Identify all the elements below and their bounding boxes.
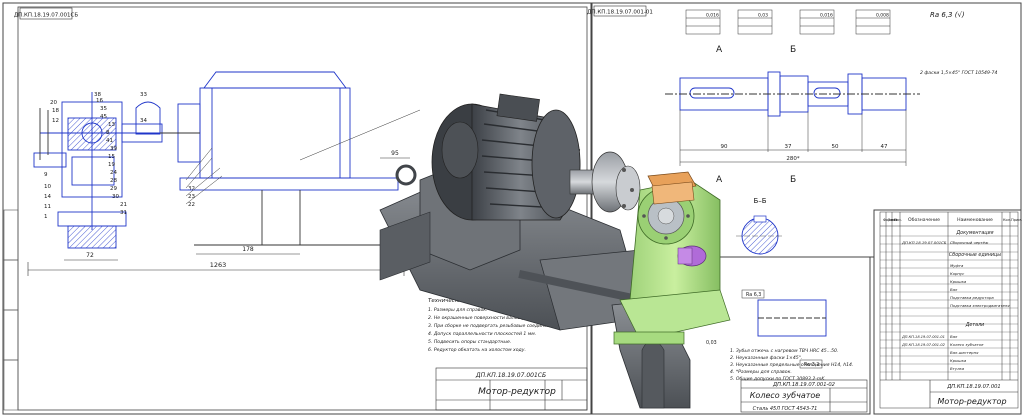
callout-number: 21 — [120, 202, 127, 208]
svg-text:Ra 6,3: Ra 6,3 — [746, 292, 761, 298]
callout-number: 30 — [112, 194, 119, 200]
svg-text:178: 178 — [242, 246, 254, 253]
svg-text:ДП.КП.18.19.07.001-01: ДП.КП.18.19.07.001-01 — [587, 10, 653, 16]
cad-sheets: ДП.КП.18.19.07.001СБ 72 3816354513841391… — [2, 2, 1022, 415]
svg-text:ДП.КП.18.19.07.001СБ: ДП.КП.18.19.07.001СБ — [901, 240, 947, 245]
svg-text:Б: Б — [790, 45, 796, 55]
svg-text:Прим.: Прим. — [1011, 218, 1022, 222]
callout-number: 32 — [188, 186, 195, 192]
callout-number: 45 — [100, 114, 107, 120]
svg-text:Детали: Детали — [965, 322, 985, 328]
svg-text:Обозначение: Обозначение — [908, 217, 940, 223]
callout-number: 24 — [110, 170, 117, 176]
svg-text:50: 50 — [832, 144, 839, 150]
sheet1-title-code: ДП.КП.18.19.07.001СБ — [475, 372, 546, 379]
callout-number: 39 — [110, 146, 117, 152]
callout-number: 9 — [44, 172, 48, 178]
electric-motor — [431, 93, 581, 221]
callout-number: 10 — [44, 184, 51, 190]
svg-text:95: 95 — [391, 150, 399, 157]
svg-text:Муфта: Муфта — [950, 263, 964, 268]
callout-number: 16 — [96, 98, 103, 104]
svg-text:Крышка: Крышка — [950, 358, 967, 363]
svg-text:0,03: 0,03 — [758, 13, 768, 19]
callout-number: 19 — [108, 162, 115, 168]
callout-number: 12 — [52, 118, 59, 124]
callout-number: 33 — [140, 92, 147, 98]
sheet-specification: Формат Зона Поз. Обозначение Наименовани… — [873, 209, 1022, 415]
callout-number: 41 — [106, 138, 113, 144]
svg-text:1. Размеры для справок.: 1. Размеры для справок. — [428, 307, 488, 313]
callout-number: 35 — [100, 106, 107, 112]
svg-text:2. Неуказанные фаски 1×45°.: 2. Неуказанные фаски 1×45°. — [730, 355, 802, 361]
callout-number: 14 — [44, 194, 51, 200]
drawing-canvas: ДП.КП.18.19.07.001СБ 72 38 16 35 45 13 8… — [0, 0, 1024, 417]
svg-text:3. При сборке не подвергать ре: 3. При сборке не подвергать резьбовые со… — [428, 323, 556, 329]
callout-number: 22 — [188, 202, 195, 208]
callout-number: 31 — [120, 210, 127, 216]
svg-text:Б: Б — [790, 175, 796, 185]
svg-text:0,016: 0,016 — [706, 13, 719, 19]
svg-text:1. Зубья отжечь с нагревом ТВЧ: 1. Зубья отжечь с нагревом ТВЧ HRC 45...… — [730, 348, 838, 354]
svg-text:Сталь 45Л ГОСТ 4543-71: Сталь 45Л ГОСТ 4543-71 — [753, 406, 818, 412]
svg-text:Поз.: Поз. — [894, 218, 902, 222]
svg-text:Сборочные единицы: Сборочные единицы — [949, 252, 1001, 258]
svg-text:А: А — [716, 175, 723, 185]
svg-text:72: 72 — [86, 252, 94, 259]
callout-number: 15 — [108, 154, 115, 160]
callout-number: 23 — [188, 194, 195, 200]
callout-number: 34 — [140, 118, 147, 124]
svg-text:4. *Размеры для справок.: 4. *Размеры для справок. — [730, 369, 792, 375]
svg-text:280*: 280* — [786, 156, 799, 162]
svg-text:Сборочный чертёж: Сборочный чертёж — [950, 240, 989, 245]
svg-text:Колесо зубчатое: Колесо зубчатое — [950, 342, 984, 347]
svg-text:ДП.КП.18.19.07.001-02: ДП.КП.18.19.07.001-02 — [772, 382, 835, 388]
svg-text:3. Неуказанные предельные откл: 3. Неуказанные предельные отклонения H14… — [730, 362, 853, 368]
sheet1-code-tag: ДП.КП.18.19.07.001СБ — [14, 13, 79, 19]
svg-text:Вал: Вал — [950, 287, 958, 292]
svg-text:0,016: 0,016 — [820, 13, 833, 19]
svg-text:Втулка: Втулка — [950, 366, 965, 371]
callout-number: 8 — [106, 130, 110, 136]
svg-text:ДП.КП.18.19.07.001: ДП.КП.18.19.07.001 — [946, 384, 1001, 390]
svg-text:5. Подвесить опоры стандартные: 5. Подвесить опоры стандартные. — [428, 339, 511, 345]
svg-text:47: 47 — [881, 144, 888, 150]
svg-text:ДП.КП.18.19.07.001-02: ДП.КП.18.19.07.001-02 — [901, 343, 946, 347]
callout-number: 20 — [50, 100, 57, 106]
svg-text:0,03: 0,03 — [706, 340, 717, 346]
svg-text:Вал: Вал — [950, 334, 958, 339]
svg-text:Крышка: Крышка — [950, 279, 967, 284]
svg-text:Наименование: Наименование — [957, 217, 993, 223]
shaft-note: 2 фаски 1,5×45° ГОСТ 10549-74 — [920, 70, 997, 76]
callout-number: 11 — [44, 204, 51, 210]
sheet1-title-name: Мотор-редуктор — [478, 387, 556, 397]
svg-text:1263: 1263 — [210, 261, 227, 269]
svg-text:90: 90 — [721, 144, 728, 150]
callout-number: 28 — [110, 178, 117, 184]
svg-text:6. Редуктор обкатать на холост: 6. Редуктор обкатать на холостом ходу. — [428, 347, 526, 353]
callout-number: 13 — [108, 122, 115, 128]
svg-text:Мотор-редуктор: Мотор-редуктор — [937, 397, 1006, 406]
svg-text:Подставка редуктора: Подставка редуктора — [950, 295, 994, 300]
svg-text:ДП.КП.18.19.07.001-01: ДП.КП.18.19.07.001-01 — [901, 335, 945, 339]
svg-text:А: А — [716, 45, 723, 55]
svg-text:Кол.: Кол. — [1003, 218, 1011, 222]
svg-text:4. Допуск параллельности плоск: 4. Допуск параллельности плоскостей 1 мм… — [428, 331, 536, 337]
svg-text:Б–Б: Б–Б — [753, 197, 766, 205]
svg-text:Документация: Документация — [955, 230, 993, 236]
callout-number: 18 — [52, 108, 59, 114]
svg-text:Колесо зубчатое: Колесо зубчатое — [750, 391, 821, 400]
svg-text:0,008: 0,008 — [876, 13, 889, 19]
callout-number: 29 — [110, 186, 117, 192]
callout-number: 1 — [44, 214, 48, 220]
roughness-mark: Ra 6,3 (√) — [930, 11, 965, 19]
svg-text:Подставка электродвигателя: Подставка электродвигателя — [950, 303, 1010, 308]
svg-text:Корпус: Корпус — [950, 271, 965, 276]
svg-text:Вал-шестерня: Вал-шестерня — [950, 350, 979, 355]
svg-text:37: 37 — [785, 144, 792, 150]
